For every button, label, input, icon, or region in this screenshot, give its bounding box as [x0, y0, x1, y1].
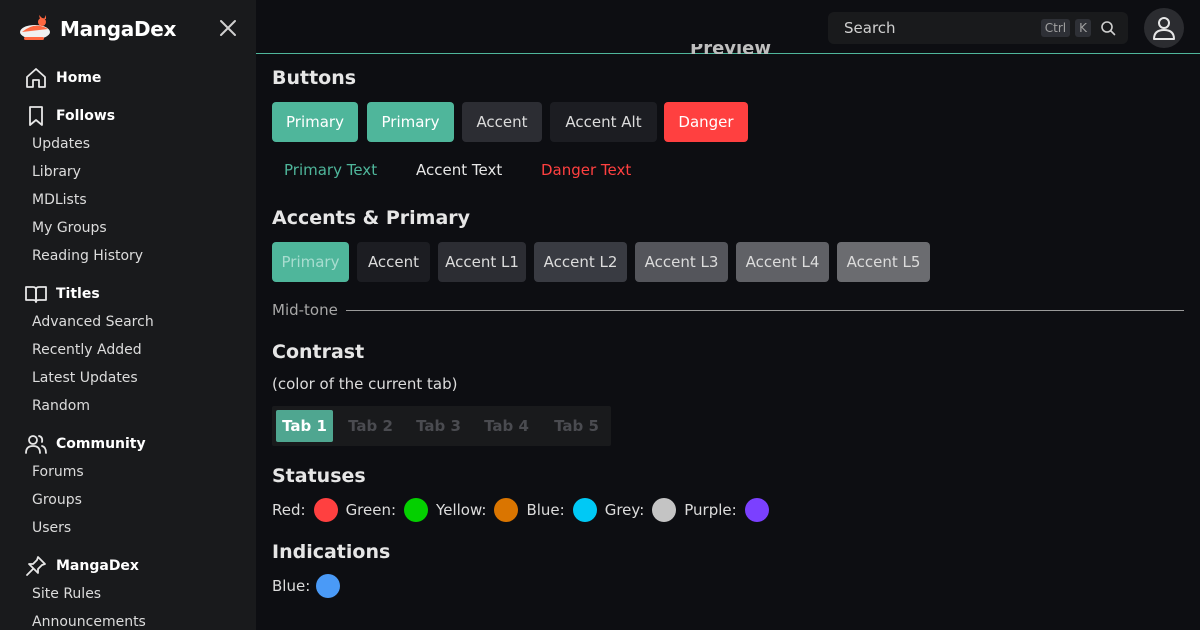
search-placeholder: Search [844, 19, 896, 37]
contrast-subtext: (color of the current tab) [272, 375, 458, 393]
sidebar-item-mdlists[interactable]: MDLists [0, 186, 256, 214]
user-icon [1153, 17, 1175, 40]
status-label: Yellow: [436, 501, 487, 519]
status-label: Blue: [526, 501, 565, 519]
sidebar-item-recently-added[interactable]: Recently Added [0, 336, 256, 364]
sidebar-section-label: Home [56, 70, 102, 86]
status-yellow-dot [494, 498, 519, 522]
sidebar-item-latest-updates[interactable]: Latest Updates [0, 364, 256, 392]
primary-text-button[interactable]: Primary Text [284, 150, 377, 190]
status-purple-dot [744, 498, 769, 522]
sidebar-item-announcements[interactable]: Announcements [0, 608, 256, 630]
tab-1[interactable]: Tab 1 [276, 410, 333, 442]
sidebar-item-users[interactable]: Users [0, 514, 256, 542]
sidebar-item-reading-history[interactable]: Reading History [0, 242, 256, 270]
search-input[interactable]: Search Ctrl K [828, 12, 1128, 44]
shortcut-ctrl-key: Ctrl [1040, 19, 1071, 37]
indications-row: Blue: [272, 573, 348, 599]
preview-title: Preview [690, 44, 771, 54]
indication-blue-dot [316, 574, 341, 598]
tab-5[interactable]: Tab 5 [548, 410, 605, 442]
sidebar-section-titles[interactable]: Titles [0, 280, 256, 308]
status-red-dot [313, 498, 338, 522]
midtone-label: Mid-tone [272, 301, 338, 319]
midtone-line [345, 309, 1184, 311]
sidebar-section-label: Titles [56, 286, 100, 302]
users-icon [25, 435, 47, 454]
midtone-divider: Mid-tone [272, 301, 1184, 319]
contrast-tabs: Tab 1 Tab 2 Tab 3 Tab 4 Tab 5 [272, 406, 611, 446]
sidebar-section-label: Follows [56, 108, 116, 124]
accent-alt-button[interactable]: Accent Alt [550, 102, 657, 142]
sidebar-section-label: Community [56, 436, 146, 452]
accent-button[interactable]: Accent [462, 102, 542, 142]
sidebar-item-home[interactable]: Home [0, 64, 256, 92]
sidebar-section-label: MangaDex [56, 558, 139, 574]
contrast-heading: Contrast [272, 341, 365, 363]
sidebar-nav: Home Follows Updates Library MDLists My … [0, 64, 256, 630]
sidebar-item-updates[interactable]: Updates [0, 130, 256, 158]
accent-swatch: Accent [357, 242, 430, 282]
accent-l3-swatch: Accent L3 [635, 242, 728, 282]
brand-logo-link[interactable]: MangaDex [18, 14, 176, 44]
indication-label: Blue: [272, 577, 311, 595]
indications-heading: Indications [272, 541, 391, 563]
accent-l2-swatch: Accent L2 [534, 242, 627, 282]
mangadex-logo-icon [20, 15, 50, 40]
close-sidebar-icon[interactable] [216, 16, 240, 40]
status-label: Red: [272, 501, 306, 519]
status-label: Purple: [684, 501, 737, 519]
user-avatar-button[interactable] [1144, 8, 1184, 48]
tab-3[interactable]: Tab 3 [410, 410, 467, 442]
tab-4[interactable]: Tab 4 [478, 410, 535, 442]
sidebar-item-site-rules[interactable]: Site Rules [0, 580, 256, 608]
tab-2[interactable]: Tab 2 [342, 410, 399, 442]
primary-button[interactable]: Primary [272, 102, 358, 142]
accent-l1-swatch: Accent L1 [438, 242, 526, 282]
sidebar-item-my-groups[interactable]: My Groups [0, 214, 256, 242]
status-green-dot [404, 498, 429, 522]
sidebar-item-library[interactable]: Library [0, 158, 256, 186]
sidebar-item-advanced-search[interactable]: Advanced Search [0, 308, 256, 336]
danger-button[interactable]: Danger [664, 102, 748, 142]
home-icon [26, 68, 46, 88]
sidebar-section-mangadex[interactable]: MangaDex [0, 552, 256, 580]
status-grey-dot [652, 498, 677, 522]
buttons-heading: Buttons [272, 67, 357, 89]
accent-l5-swatch: Accent L5 [837, 242, 930, 282]
sidebar-section-follows[interactable]: Follows [0, 102, 256, 130]
book-icon [25, 286, 47, 303]
sidebar-item-forums[interactable]: Forums [0, 458, 256, 486]
brand-name: MangaDex [60, 17, 177, 41]
danger-text-button[interactable]: Danger Text [541, 150, 631, 190]
sidebar-item-groups[interactable]: Groups [0, 486, 256, 514]
accent-l4-swatch: Accent L4 [736, 242, 829, 282]
primary-swatch: Primary [272, 242, 349, 282]
pin-icon [26, 556, 46, 576]
shortcut-k-key: K [1075, 19, 1091, 37]
sidebar-section-community[interactable]: Community [0, 430, 256, 458]
sidebar: MangaDex Home Follows Updates Library MD… [0, 0, 256, 630]
primary-button-alt[interactable]: Primary [367, 102, 454, 142]
sidebar-item-random[interactable]: Random [0, 392, 256, 420]
accent-text-button[interactable]: Accent Text [416, 150, 502, 190]
search-icon [1101, 21, 1116, 36]
statuses-row: Red: Green: Yellow: Blue: Grey: Purple: [272, 497, 777, 523]
status-blue-dot [572, 498, 597, 522]
statuses-heading: Statuses [272, 465, 366, 487]
bookmark-icon [29, 106, 43, 126]
accents-heading: Accents & Primary [272, 207, 471, 229]
status-label: Green: [345, 501, 397, 519]
status-label: Grey: [604, 501, 645, 519]
